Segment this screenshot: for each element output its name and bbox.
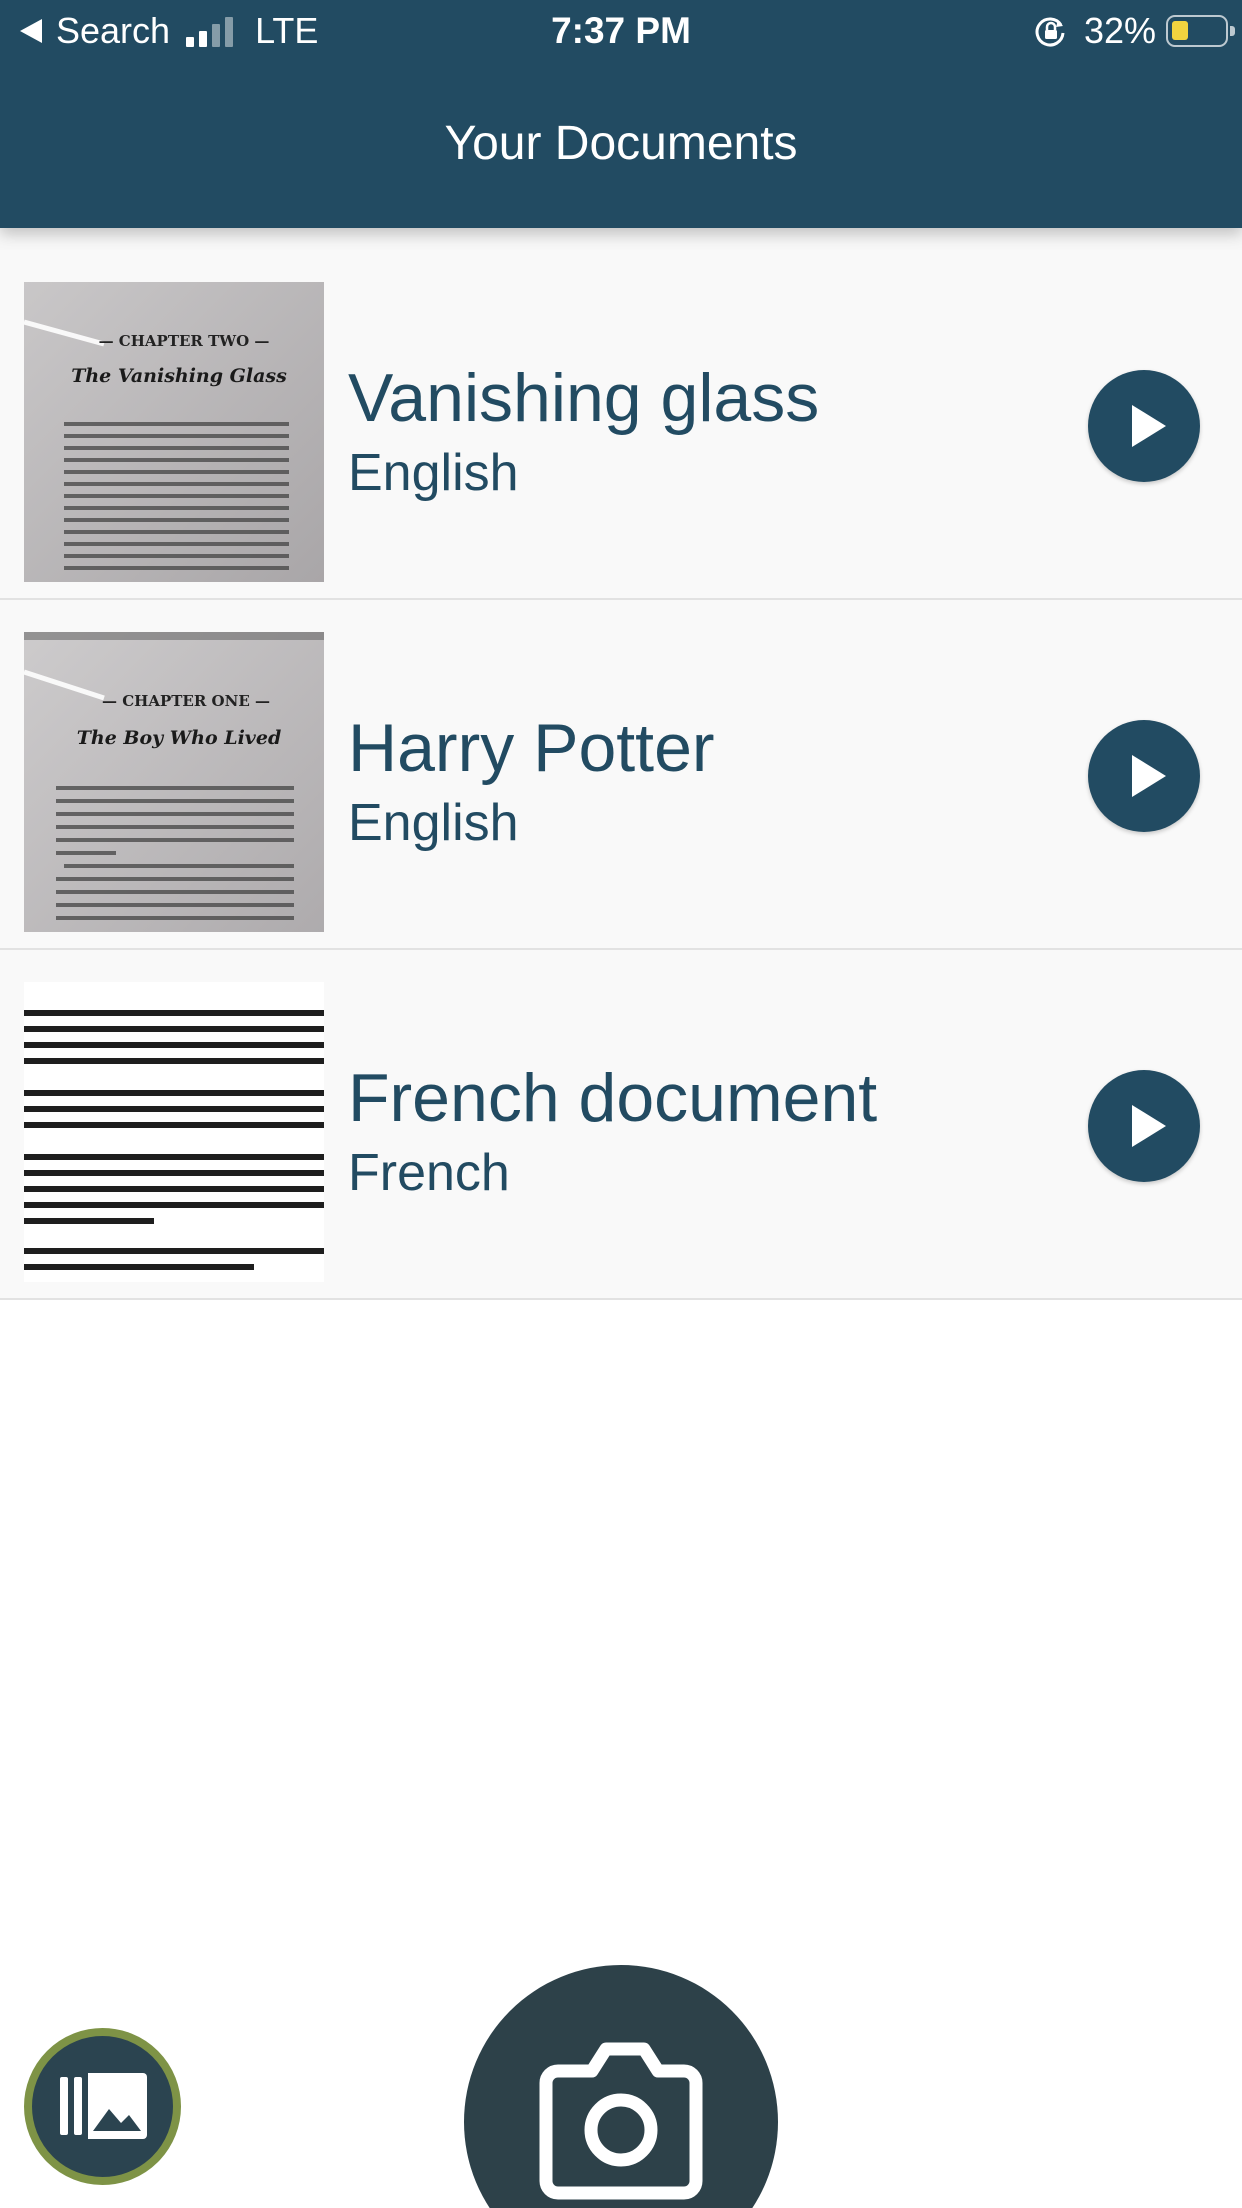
document-language: French [348, 1144, 510, 1202]
page-title: Your Documents [444, 117, 798, 170]
thumb-subheading: The Vanishing Glass [71, 365, 287, 387]
document-language: English [348, 444, 519, 502]
play-button[interactable] [1088, 720, 1200, 832]
app-header: Search LTE 7:37 PM 32% Your Documents [0, 0, 1242, 228]
play-button[interactable] [1088, 370, 1200, 482]
photo-library-icon [60, 2073, 147, 2139]
camera-icon [539, 2042, 703, 2200]
book-page-thumbnail-icon: — CHAPTER ONE — The Boy Who Lived [24, 632, 324, 932]
document-row[interactable]: — CHAPTER TWO — The Vanishing Glass Vani… [0, 250, 1242, 600]
book-page-thumbnail-icon: — CHAPTER TWO — The Vanishing Glass [24, 282, 324, 582]
play-icon [1132, 1105, 1166, 1147]
play-icon [1132, 405, 1166, 447]
thumb-heading: — CHAPTER ONE — [102, 692, 270, 710]
battery-percentage: 32% [1083, 10, 1156, 51]
rotation-lock-icon [1035, 17, 1065, 47]
document-thumbnail: — CHAPTER TWO — The Vanishing Glass [24, 282, 324, 582]
thumb-heading: — CHAPTER TWO — [99, 332, 270, 350]
document-list: — CHAPTER TWO — The Vanishing Glass Vani… [0, 228, 1242, 1300]
play-icon [1132, 755, 1166, 797]
photo-library-button[interactable] [24, 2028, 181, 2185]
thumb-subheading: The Boy Who Lived [77, 727, 281, 749]
text-page-thumbnail-icon [24, 982, 324, 1282]
document-title: Vanishing glass [348, 360, 820, 436]
camera-button[interactable] [464, 1965, 778, 2208]
battery-icon [1166, 15, 1235, 47]
document-language: English [348, 794, 519, 852]
status-bar: Search LTE 7:37 PM 32% [0, 0, 1242, 62]
document-row[interactable]: French document French [0, 950, 1242, 1300]
document-row[interactable]: — CHAPTER ONE — The Boy Who Lived Harry … [0, 600, 1242, 950]
document-thumbnail: — CHAPTER ONE — The Boy Who Lived [24, 632, 324, 932]
document-title: French document [348, 1060, 878, 1136]
document-title: Harry Potter [348, 710, 715, 786]
play-button[interactable] [1088, 1070, 1200, 1182]
document-thumbnail [24, 982, 324, 1282]
